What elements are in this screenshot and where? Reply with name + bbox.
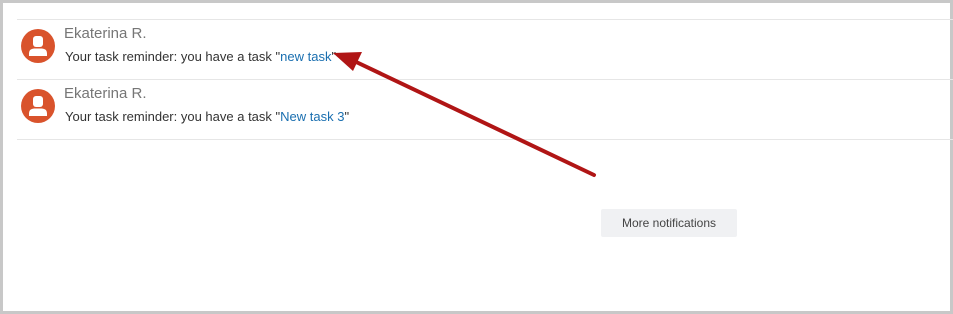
- notification-item: Ekaterina R. Your task reminder: you hav…: [17, 79, 953, 140]
- notification-author: Ekaterina R.: [64, 85, 147, 102]
- more-notifications-button[interactable]: More notifications: [601, 209, 737, 237]
- quote-close: ": [344, 109, 350, 124]
- task-link-new-task-3[interactable]: New task 3: [280, 109, 344, 124]
- task-link-new-task[interactable]: new task: [280, 49, 331, 64]
- quote-close: ": [331, 49, 337, 64]
- user-avatar-icon[interactable]: [21, 89, 55, 123]
- notification-list: Ekaterina R. Your task reminder: you hav…: [17, 19, 953, 140]
- notification-author: Ekaterina R.: [64, 25, 147, 42]
- notification-message: Your task reminder: you have a task "new…: [65, 49, 336, 65]
- notifications-panel: Ekaterina R. Your task reminder: you hav…: [0, 0, 953, 314]
- message-text: Your task reminder: you have a task: [65, 49, 276, 64]
- message-text: Your task reminder: you have a task: [65, 109, 276, 124]
- notification-message: Your task reminder: you have a task "New…: [65, 109, 349, 125]
- user-avatar-icon[interactable]: [21, 29, 55, 63]
- notification-item: Ekaterina R. Your task reminder: you hav…: [17, 19, 953, 79]
